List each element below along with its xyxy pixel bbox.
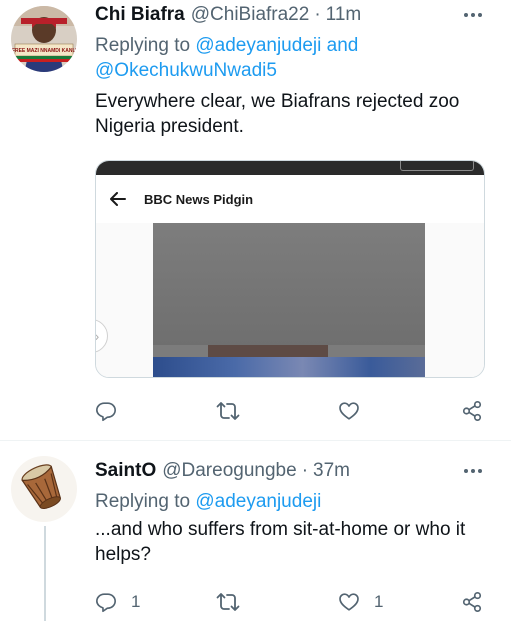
media-app-title: BBC News Pidgin xyxy=(144,191,254,207)
media-frame-sky xyxy=(153,223,425,345)
mention-joiner: and xyxy=(326,35,359,56)
mention-link[interactable]: @adeyanjudeji xyxy=(195,491,321,512)
more-dots-icon xyxy=(464,13,482,17)
tweet-header: Chi Biafra @ChiBiafra22 · 11m xyxy=(95,3,361,27)
avatar-image xyxy=(11,456,77,522)
media-video-frame xyxy=(153,223,425,377)
tweet-header: SaintO @Dareogungbe · 37m xyxy=(95,459,350,483)
replying-prefix: Replying to xyxy=(95,35,191,56)
user-handle[interactable]: @ChiBiafra22 xyxy=(191,4,310,26)
more-options-button[interactable] xyxy=(461,3,485,27)
share-icon xyxy=(462,401,482,421)
heart-icon xyxy=(339,593,359,611)
arrow-left-icon xyxy=(110,190,128,208)
share-button[interactable] xyxy=(461,587,483,617)
media-status-bar xyxy=(96,161,484,175)
timestamp[interactable]: 11m xyxy=(326,4,362,26)
tweet-media[interactable]: BBC News Pidgin › xyxy=(95,160,485,378)
avatar[interactable] xyxy=(11,456,77,522)
separator-dot: · xyxy=(314,4,321,25)
separator-dot: · xyxy=(301,460,309,481)
media-app-bar: BBC News Pidgin xyxy=(96,175,484,223)
more-dots-icon xyxy=(464,469,482,473)
like-count: 1 xyxy=(374,592,384,611)
media-content: › xyxy=(96,223,484,377)
tweet-text: ...and who suffers from sit-at-home or w… xyxy=(95,519,466,565)
reply-button[interactable] xyxy=(95,396,131,426)
thread-line xyxy=(44,526,46,621)
tweet-chi-biafra[interactable]: FREE MAZI NNAMDI KANU Chi Biafra @ChiBia… xyxy=(0,0,511,441)
heart-icon xyxy=(339,402,359,420)
more-options-button[interactable] xyxy=(461,459,485,483)
reply-count: 1 xyxy=(131,592,141,611)
avatar-image: FREE MAZI NNAMDI KANU xyxy=(11,6,77,72)
timestamp[interactable]: 37m xyxy=(313,460,350,482)
tweet-actions: 1 1 xyxy=(95,587,490,617)
tweet-text: Everywhere clear, we Biafrans rejected z… xyxy=(95,91,460,137)
replying-to: Replying to @adeyanjudeji and @Okechukwu… xyxy=(95,33,485,83)
media-frame-building xyxy=(208,345,328,357)
media-frame-crowd xyxy=(153,357,425,377)
mention-link[interactable]: @OkechukwuNwadi5 xyxy=(95,60,277,81)
tweet-actions xyxy=(95,396,490,426)
avatar[interactable]: FREE MAZI NNAMDI KANU xyxy=(11,6,77,72)
retweet-arrows-icon xyxy=(216,402,240,420)
chevron-right-icon: › xyxy=(96,319,108,353)
retweet-button[interactable] xyxy=(216,396,254,426)
like-button[interactable]: 1 xyxy=(338,587,383,617)
display-name[interactable]: Chi Biafra xyxy=(95,4,185,26)
user-handle[interactable]: @Dareogungbe xyxy=(162,460,296,482)
retweet-button[interactable] xyxy=(216,587,254,617)
retweet-arrows-icon xyxy=(216,593,240,611)
replying-to: Replying to @adeyanjudeji xyxy=(95,489,485,514)
media-status-box xyxy=(400,161,474,171)
mention-link[interactable]: @adeyanjudeji xyxy=(195,35,321,56)
reply-button[interactable]: 1 xyxy=(95,587,140,617)
replying-prefix: Replying to xyxy=(95,491,191,512)
share-button[interactable] xyxy=(461,396,483,426)
like-button[interactable] xyxy=(338,396,374,426)
svg-text:FREE MAZI NNAMDI KANU: FREE MAZI NNAMDI KANU xyxy=(12,48,77,54)
display-name[interactable]: SaintO xyxy=(95,460,156,482)
tweet-sainto[interactable]: SaintO @Dareogungbe · 37m Replying to @a… xyxy=(0,441,511,621)
share-icon xyxy=(462,592,482,612)
reply-bubble-icon xyxy=(96,402,116,422)
reply-bubble-icon xyxy=(96,593,116,613)
